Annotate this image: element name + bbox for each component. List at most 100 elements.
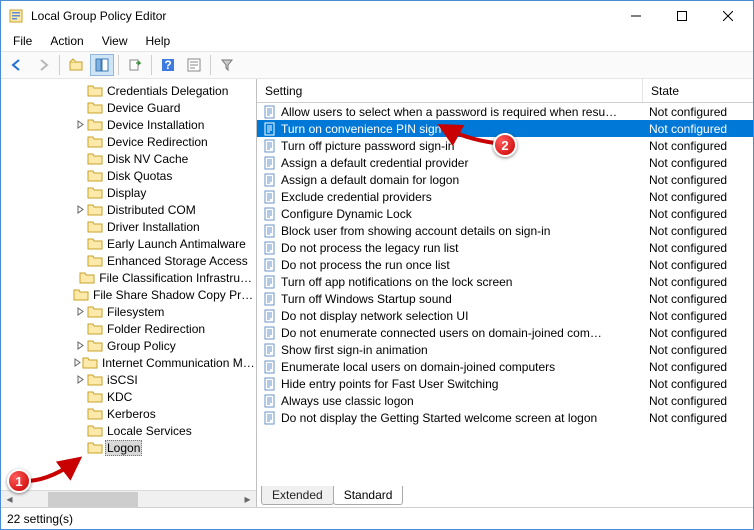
folder-icon — [87, 169, 103, 183]
tree-item[interactable]: Locale Services — [71, 422, 256, 439]
tree-item[interactable]: Driver Installation — [71, 218, 256, 235]
menu-help[interactable]: Help — [138, 32, 179, 50]
setting-row[interactable]: Enumerate local users on domain-joined c… — [257, 358, 753, 375]
scroll-right-icon[interactable]: ▸ — [239, 491, 256, 508]
setting-cell: Enumerate local users on domain-joined c… — [257, 360, 643, 374]
folder-icon — [87, 237, 103, 251]
tree-item[interactable]: Group Policy — [71, 337, 256, 354]
back-button[interactable] — [5, 54, 29, 76]
setting-row[interactable]: Assign a default domain for logonNot con… — [257, 171, 753, 188]
tree-h-scrollbar[interactable]: ◂ ▸ — [1, 490, 256, 507]
folder-icon — [79, 271, 95, 285]
state-cell: Not configured — [643, 292, 753, 306]
setting-cell: Block user from showing account details … — [257, 224, 643, 238]
setting-row[interactable]: Do not display the Getting Started welco… — [257, 409, 753, 426]
setting-cell: Do not enumerate connected users on doma… — [257, 326, 643, 340]
tree-item[interactable]: iSCSI — [71, 371, 256, 388]
tree-item[interactable]: Disk Quotas — [71, 167, 256, 184]
maximize-button[interactable] — [659, 1, 705, 31]
menubar: File Action View Help — [1, 31, 753, 51]
setting-row[interactable]: Allow users to select when a password is… — [257, 103, 753, 120]
list-tabs: Extended Standard — [257, 485, 753, 507]
setting-label: Do not display the Getting Started welco… — [281, 411, 597, 425]
tree-item[interactable]: Disk NV Cache — [71, 150, 256, 167]
tree-item[interactable]: File Share Shadow Copy Pr… — [71, 286, 256, 303]
state-cell: Not configured — [643, 190, 753, 204]
setting-row[interactable]: Do not enumerate connected users on doma… — [257, 324, 753, 341]
setting-row[interactable]: Exclude credential providersNot configur… — [257, 188, 753, 205]
tree-item[interactable]: KDC — [71, 388, 256, 405]
expand-icon[interactable] — [73, 375, 87, 384]
properties-button[interactable] — [182, 54, 206, 76]
expand-icon[interactable] — [73, 205, 87, 214]
setting-row[interactable]: Show first sign-in animationNot configur… — [257, 341, 753, 358]
setting-row[interactable]: Turn off picture password sign-inNot con… — [257, 137, 753, 154]
setting-row[interactable]: Block user from showing account details … — [257, 222, 753, 239]
tree-item-label: Disk Quotas — [105, 169, 174, 183]
scroll-thumb[interactable] — [48, 492, 138, 507]
menu-view[interactable]: View — [94, 32, 136, 50]
tree-item[interactable]: Device Redirection — [71, 133, 256, 150]
list-body[interactable]: Allow users to select when a password is… — [257, 103, 753, 485]
up-button[interactable] — [64, 54, 88, 76]
tree-item[interactable]: Device Installation — [71, 116, 256, 133]
tree-item[interactable]: File Classification Infrastru… — [71, 269, 256, 286]
state-cell: Not configured — [643, 343, 753, 357]
show-hide-tree-button[interactable] — [90, 54, 114, 76]
expand-icon[interactable] — [73, 358, 82, 367]
column-setting[interactable]: Setting — [257, 79, 643, 102]
state-cell: Not configured — [643, 360, 753, 374]
setting-row[interactable]: Hide entry points for Fast User Switchin… — [257, 375, 753, 392]
tree-item-label: Locale Services — [105, 424, 194, 438]
setting-row[interactable]: Assign a default credential providerNot … — [257, 154, 753, 171]
tree-item[interactable]: Distributed COM — [71, 201, 256, 218]
setting-row[interactable]: Do not process the legacy run listNot co… — [257, 239, 753, 256]
setting-cell: Assign a default credential provider — [257, 156, 643, 170]
tree-item[interactable]: Early Launch Antimalware — [71, 235, 256, 252]
menu-action[interactable]: Action — [42, 32, 91, 50]
filter-button[interactable] — [215, 54, 239, 76]
setting-row[interactable]: Turn off Windows Startup soundNot config… — [257, 290, 753, 307]
expand-icon[interactable] — [73, 307, 87, 316]
setting-row[interactable]: Turn on convenience PIN sign-inNot confi… — [257, 120, 753, 137]
tree-item-label: Filesystem — [105, 305, 166, 319]
column-state[interactable]: State — [643, 79, 753, 102]
setting-row[interactable]: Do not process the run once listNot conf… — [257, 256, 753, 273]
tree-item[interactable]: Display — [71, 184, 256, 201]
setting-label: Always use classic logon — [281, 394, 414, 408]
tree-item[interactable]: Logon — [71, 439, 256, 456]
state-cell: Not configured — [643, 207, 753, 221]
menu-file[interactable]: File — [5, 32, 40, 50]
setting-row[interactable]: Turn off app notifications on the lock s… — [257, 273, 753, 290]
tab-standard[interactable]: Standard — [333, 486, 404, 505]
tree-scroll[interactable]: Credentials DelegationDevice GuardDevice… — [1, 79, 256, 490]
tree-item[interactable]: Device Guard — [71, 99, 256, 116]
tree-item[interactable]: Folder Redirection — [71, 320, 256, 337]
close-button[interactable] — [705, 1, 751, 31]
setting-cell: Do not process the run once list — [257, 258, 643, 272]
tree-item-label: File Share Shadow Copy Pr… — [91, 288, 255, 302]
tab-extended[interactable]: Extended — [261, 486, 334, 505]
minimize-button[interactable] — [613, 1, 659, 31]
export-button[interactable] — [123, 54, 147, 76]
setting-cell: Allow users to select when a password is… — [257, 105, 643, 119]
folder-icon — [87, 339, 103, 353]
help-button[interactable]: ? — [156, 54, 180, 76]
tree-item[interactable]: Credentials Delegation — [71, 82, 256, 99]
setting-cell: Exclude credential providers — [257, 190, 643, 204]
forward-button[interactable] — [31, 54, 55, 76]
tree-item[interactable]: Internet Communication M… — [71, 354, 256, 371]
expand-icon[interactable] — [73, 341, 87, 350]
tree-pane: Credentials DelegationDevice GuardDevice… — [1, 79, 257, 507]
setting-label: Allow users to select when a password is… — [281, 105, 617, 119]
setting-row[interactable]: Do not display network selection UINot c… — [257, 307, 753, 324]
setting-cell: Turn on convenience PIN sign-in — [257, 122, 643, 136]
tree-item[interactable]: Enhanced Storage Access — [71, 252, 256, 269]
scroll-left-icon[interactable]: ◂ — [1, 491, 18, 508]
setting-row[interactable]: Configure Dynamic LockNot configured — [257, 205, 753, 222]
expand-icon[interactable] — [73, 120, 87, 129]
tree-item[interactable]: Kerberos — [71, 405, 256, 422]
setting-label: Do not display network selection UI — [281, 309, 468, 323]
setting-row[interactable]: Always use classic logonNot configured — [257, 392, 753, 409]
tree-item[interactable]: Filesystem — [71, 303, 256, 320]
